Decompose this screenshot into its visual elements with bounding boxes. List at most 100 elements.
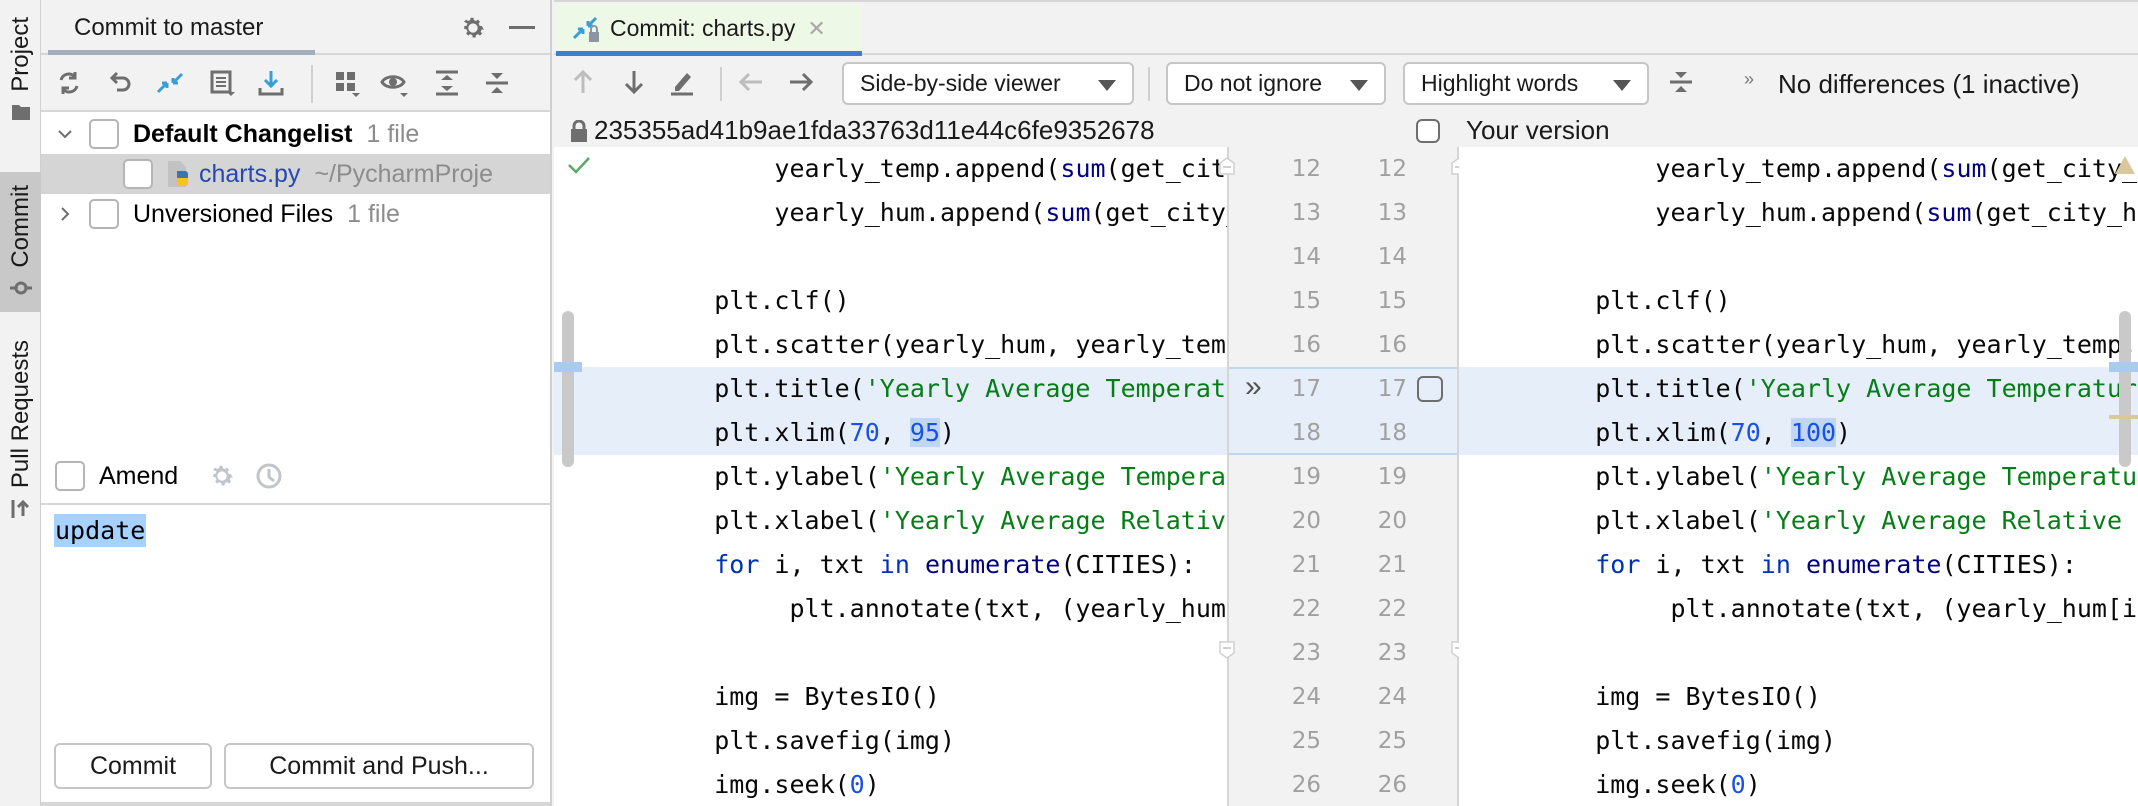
previous-difference-icon[interactable] xyxy=(568,67,598,97)
collapse-all-icon[interactable] xyxy=(482,68,512,98)
amend-checkbox[interactable] xyxy=(55,461,85,491)
rollback-icon[interactable] xyxy=(105,68,135,98)
left-line-number: 23 xyxy=(1291,640,1321,666)
python-file-icon xyxy=(168,161,188,187)
unversioned-checkbox[interactable] xyxy=(89,199,119,229)
ignore-mode-value: Do not ignore xyxy=(1184,70,1323,96)
highlight-mode-dropdown[interactable]: Highlight words xyxy=(1403,62,1649,105)
code-line: plt.savefig(img) xyxy=(1535,726,1837,755)
tree-item-default-changelist[interactable]: Default Changelist 1 file xyxy=(41,114,550,154)
commit-options-gear-icon[interactable] xyxy=(208,462,236,490)
highlight-mode-value: Highlight words xyxy=(1421,70,1579,96)
right-editor-pane[interactable]: img.seek(0) plt.savefig(img) img = Bytes… xyxy=(1459,147,2138,806)
next-difference-icon[interactable] xyxy=(619,67,649,97)
group-by-icon[interactable] xyxy=(332,68,362,98)
code-line: for i, txt in enumerate(CITIES): xyxy=(1595,550,2077,579)
right-scrollbar[interactable] xyxy=(2119,311,2131,467)
editor-tab-bar: Commit: charts.py ✕ xyxy=(554,0,2138,56)
left-line-number: 19 xyxy=(1291,464,1321,490)
change-marker xyxy=(2109,362,2138,372)
tab-commit[interactable]: Commit xyxy=(0,172,41,312)
commit-button[interactable]: Commit xyxy=(54,743,212,789)
left-line-number: 26 xyxy=(1291,772,1321,798)
toolbar-separator xyxy=(311,65,313,103)
tab-project[interactable]: Project xyxy=(0,0,41,140)
code-line: yearly_temp.append(sum(get_city xyxy=(654,154,1227,183)
code-line: plt.clf() xyxy=(1535,286,1731,315)
left-editor-pane[interactable]: img.seek(0) plt.savefig(img) img = Bytes… xyxy=(554,147,1227,806)
diff-gutter: » 12 12 13 13 14 14 15 15 16 16 17 17 18 18 19 19 20 20 21… xyxy=(1219,147,1467,806)
tab-project-label: Project xyxy=(6,16,34,92)
commit-and-push-button[interactable]: Commit and Push... xyxy=(224,743,534,789)
pull-request-icon xyxy=(11,499,29,519)
change-include-checkbox[interactable] xyxy=(1417,376,1443,402)
code-line: plt.annotate(txt, (yearly_hum[ xyxy=(654,594,1227,623)
code-line: plt.title('Yearly Average Temperatu xyxy=(554,367,1227,411)
right-line-number: 20 xyxy=(1377,508,1407,534)
diff-toolbar: Side-by-side viewer Do not ignore Highli… xyxy=(554,55,2138,112)
unversioned-count: 1 file xyxy=(347,199,400,228)
diff-status: No differences (1 inactive) xyxy=(1778,69,2080,99)
left-line-number: 15 xyxy=(1291,288,1321,314)
code-line: yearly_hum.append(sum(get_city_ xyxy=(654,198,1227,227)
commit-message-input[interactable]: update xyxy=(41,503,550,733)
code-line: plt.ylabel('Yearly Average Temperat xyxy=(654,462,1227,491)
commit-panel-header: Commit to master xyxy=(41,0,550,55)
previous-file-icon[interactable] xyxy=(736,67,766,97)
gear-icon[interactable] xyxy=(459,14,487,42)
tab-commit-label: Commit xyxy=(6,184,34,268)
code-line: plt.xlabel('Yearly Average Relative Hu xyxy=(1535,506,2138,535)
tab-pull-requests[interactable]: Pull Requests xyxy=(0,330,41,530)
close-icon[interactable]: ✕ xyxy=(807,16,825,42)
tree-item-charts-py[interactable]: charts.py ~/PycharmProje xyxy=(41,154,550,194)
tab-commit-charts-py[interactable]: Commit: charts.py ✕ xyxy=(556,4,862,53)
apply-change-arrow-icon[interactable]: » xyxy=(1245,370,1262,404)
right-line-number: 12 xyxy=(1377,156,1407,182)
left-revision-hash: 235355ad41b9ae1fda33763d11e44c6fe9352678 xyxy=(594,115,1155,145)
edit-source-icon[interactable] xyxy=(667,67,697,97)
unversioned-label: Unversioned Files xyxy=(133,199,334,228)
include-all-checkbox[interactable] xyxy=(1416,118,1440,143)
right-line-number: 15 xyxy=(1377,288,1407,314)
changelist-icon[interactable] xyxy=(207,68,237,98)
chevron-down-icon[interactable] xyxy=(55,124,75,144)
next-file-icon[interactable] xyxy=(786,67,816,97)
diff-lock-icon xyxy=(572,16,599,42)
view-options-icon[interactable] xyxy=(380,68,410,98)
dropdown-arrow-icon xyxy=(1098,80,1116,91)
panel-bottom-border xyxy=(41,802,550,806)
commit-toolbar xyxy=(41,55,550,112)
ignore-mode-dropdown[interactable]: Do not ignore xyxy=(1166,62,1386,105)
tab-label: Commit: charts.py xyxy=(610,15,796,41)
refresh-icon[interactable] xyxy=(54,68,84,98)
left-line-number: 24 xyxy=(1291,684,1321,710)
code-line: plt.savefig(img) xyxy=(654,726,956,755)
history-clock-icon[interactable] xyxy=(254,461,284,491)
tree-item-unversioned-files[interactable]: Unversioned Files 1 file xyxy=(41,194,550,234)
fold-end-icon[interactable] xyxy=(1219,641,1235,659)
more-chevron-icon[interactable]: » xyxy=(1744,69,1754,90)
chevron-right-icon[interactable] xyxy=(55,204,75,224)
changelist-count: 1 file xyxy=(366,119,420,148)
code-line: img.seek(0) xyxy=(1535,770,1761,799)
code-line: plt.xlim(70, 95) xyxy=(554,411,1227,455)
expand-all-icon[interactable] xyxy=(432,68,462,98)
code-line: plt.xlabel('Yearly Average Relative xyxy=(654,506,1227,535)
left-line-number: 21 xyxy=(1291,552,1321,578)
left-line-number: 13 xyxy=(1291,200,1321,226)
collapse-unchanged-icon[interactable] xyxy=(1666,67,1696,97)
viewer-mode-dropdown[interactable]: Side-by-side viewer xyxy=(842,62,1134,105)
changelist-checkbox[interactable] xyxy=(89,119,119,149)
file-checkbox[interactable] xyxy=(123,159,153,189)
minimize-button[interactable] xyxy=(509,26,535,29)
left-line-number: 14 xyxy=(1291,244,1321,270)
left-line-number: 20 xyxy=(1291,508,1321,534)
show-diff-icon[interactable] xyxy=(155,68,185,98)
change-marker xyxy=(554,362,582,372)
fold-start-icon[interactable] xyxy=(1219,157,1235,175)
left-scrollbar[interactable] xyxy=(562,311,574,467)
update-icon[interactable] xyxy=(256,68,286,98)
left-line-number: 25 xyxy=(1291,728,1321,754)
